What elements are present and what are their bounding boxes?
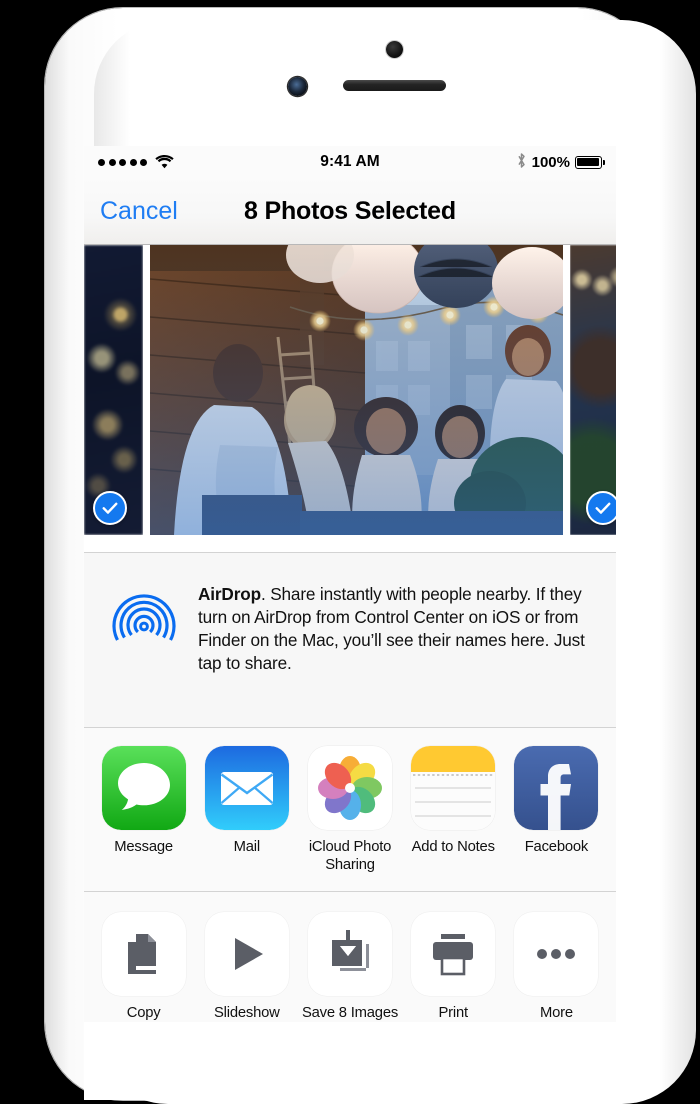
action-more[interactable]: More	[505, 912, 608, 1022]
share-target-label: Message	[114, 839, 173, 855]
selected-checkmark-badge[interactable]	[93, 491, 127, 525]
photo-thumbnail[interactable]	[150, 245, 563, 535]
phone-screen: 9:41 AM 100% Cancel 8 Photos Selected Ai…	[84, 146, 616, 1100]
action-label: Save 8 Images	[301, 1005, 399, 1021]
action-label: Slideshow	[213, 1005, 280, 1021]
battery-icon	[575, 155, 605, 169]
earpiece-speaker	[343, 80, 446, 91]
share-target-add-to-notes[interactable]: Add to Notes	[402, 746, 505, 856]
share-target-icloud-photo-sharing[interactable]: iCloud Photo Sharing	[298, 746, 401, 875]
status-bar: 9:41 AM 100%	[84, 146, 616, 178]
proximity-sensor-icon	[386, 41, 403, 58]
mail-app-icon	[204, 746, 289, 830]
share-app-row: Message Mail iCloud Photo Sharing Add to…	[84, 728, 616, 892]
signal-strength-icon	[98, 158, 147, 166]
airdrop-description: AirDrop. Share instantly with people nea…	[186, 581, 596, 727]
printer-icon	[411, 912, 496, 996]
action-label: Print	[438, 1005, 468, 1021]
share-action-row: Copy Slideshow Save 8 Images Print More	[84, 892, 616, 1023]
cancel-button[interactable]: Cancel	[100, 197, 178, 226]
wifi-icon	[155, 155, 174, 169]
play-icon	[204, 912, 289, 996]
action-slideshow[interactable]: Slideshow	[195, 912, 298, 1022]
battery-percent: 100%	[531, 153, 570, 171]
facebook-app-icon	[514, 746, 599, 830]
check-icon	[595, 502, 611, 514]
selected-photos-strip[interactable]	[84, 245, 616, 543]
photo-thumbnail[interactable]	[570, 245, 616, 535]
notes-app-icon	[411, 746, 496, 830]
action-copy[interactable]: Copy	[92, 912, 195, 1022]
photo-image	[150, 245, 563, 535]
save-icon	[308, 912, 392, 996]
action-label: Copy	[126, 1005, 161, 1021]
airdrop-section[interactable]: AirDrop. Share instantly with people nea…	[84, 552, 616, 728]
messages-app-icon	[101, 746, 186, 830]
airdrop-icon[interactable]	[102, 581, 186, 727]
share-target-label: Mail	[233, 839, 261, 855]
share-target-facebook[interactable]: Facebook	[505, 746, 608, 856]
front-camera-icon	[288, 77, 307, 96]
photo-thumbnail[interactable]	[84, 245, 143, 535]
section-gap	[84, 543, 616, 552]
share-target-message[interactable]: Message	[92, 746, 195, 856]
share-target-mail[interactable]: Mail	[195, 746, 298, 856]
action-save-images[interactable]: Save 8 Images	[298, 912, 401, 1022]
share-target-label: Facebook	[524, 839, 589, 855]
share-target-label: Add to Notes	[411, 839, 495, 855]
share-target-label: iCloud Photo Sharing	[308, 839, 392, 874]
selected-checkmark-badge[interactable]	[586, 491, 616, 525]
photos-app-icon	[308, 746, 392, 830]
airdrop-title: AirDrop	[198, 584, 261, 604]
action-label: More	[539, 1005, 573, 1021]
check-icon	[102, 502, 118, 514]
ellipsis-icon	[514, 912, 599, 996]
action-print[interactable]: Print	[402, 912, 505, 1022]
navigation-bar: Cancel 8 Photos Selected	[84, 178, 616, 245]
copy-icon	[101, 912, 186, 996]
bluetooth-icon	[516, 152, 527, 173]
